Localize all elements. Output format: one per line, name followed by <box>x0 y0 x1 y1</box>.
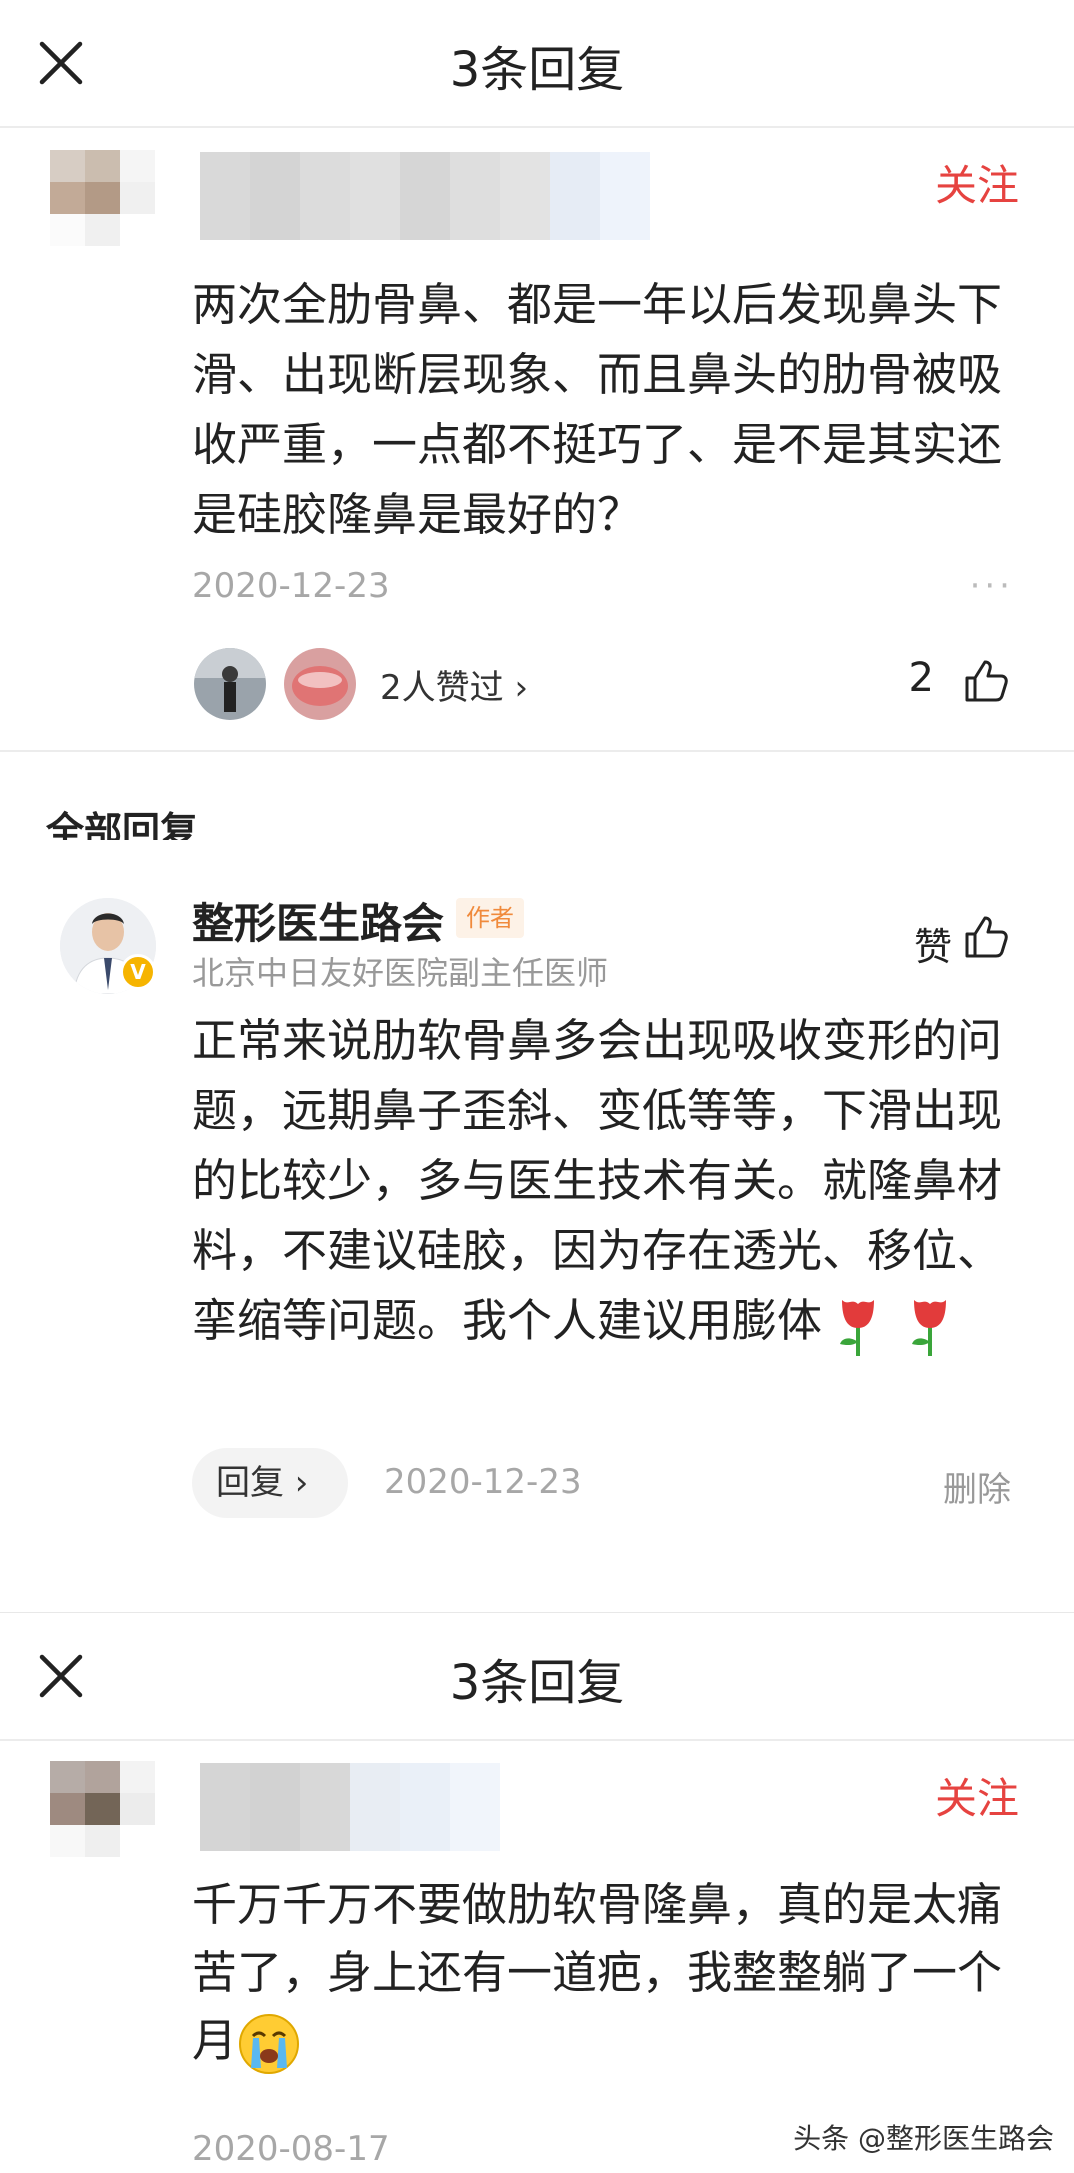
panel-header: 3条回复 <box>0 1613 1074 1741</box>
user-avatar[interactable] <box>50 150 155 246</box>
panel-title: 3条回复 <box>449 1655 625 1711</box>
reply-panel-2: 3条回复 关注 千万千万不要做肋软骨隆鼻，真的是太痛苦了，身上还有一道疤，我整整… <box>0 1612 1074 2173</box>
watermark: 头条 @整形医生路会 <box>793 2122 1054 2155</box>
follow-button[interactable]: 关注 <box>935 152 1019 213</box>
liker-avatar-2[interactable] <box>284 648 356 720</box>
thumb-up-icon[interactable] <box>961 912 1011 962</box>
user-name[interactable] <box>200 152 650 240</box>
section-title: 全部回复 <box>46 809 199 840</box>
reply-button[interactable]: 回复 › <box>192 1448 348 1518</box>
panel-title: 3条回复 <box>449 42 625 98</box>
comment-text: 千万千万不要做肋软骨隆鼻，真的是太痛苦了，身上还有一道疤，我整整躺了一个月 <box>192 1871 1022 2076</box>
verified-badge: V <box>120 954 156 990</box>
panel-header: 3条回复 <box>0 0 1074 128</box>
crying-emoji <box>239 2014 300 2074</box>
reply-text: 正常来说肋软骨鼻多会出现吸收变形的问题，远期鼻子歪斜、变低等等，下滑出现的比较少… <box>192 1006 1022 1358</box>
author-name[interactable]: 整形医生路会 <box>192 890 444 951</box>
user-avatar[interactable] <box>50 1761 155 1857</box>
delete-button[interactable]: 删除 <box>943 1462 1011 1511</box>
like-count: 2 <box>908 655 934 701</box>
follow-button[interactable]: 关注 <box>935 1765 1019 1826</box>
author-title: 北京中日友好医院副主任医师 <box>192 954 609 992</box>
comment-text: 两次全肋骨鼻、都是一年以后发现鼻头下滑、出现断层现象、而且鼻头的肋骨被吸收严重，… <box>192 278 1003 541</box>
liker-avatar-1[interactable] <box>194 648 266 720</box>
author-tag: 作者 <box>456 898 524 938</box>
like-label[interactable]: 赞 <box>914 916 952 971</box>
comment-date: 2020-12-23 <box>192 566 390 606</box>
comment-date: 2020-08-17 <box>192 2129 390 2169</box>
thumb-up-icon[interactable] <box>961 656 1011 706</box>
section-divider <box>0 750 1074 752</box>
user-name[interactable] <box>200 1763 500 1851</box>
rose-emoji <box>912 1300 947 1356</box>
rose-emoji <box>840 1300 875 1356</box>
reply-date: 2020-12-23 <box>384 1462 582 1502</box>
comment-text-content: 千万千万不要做肋软骨隆鼻，真的是太痛苦了，身上还有一道疤，我整整躺了一个月 <box>192 1878 1003 2067</box>
more-options-icon[interactable]: ··· <box>970 566 1014 606</box>
likers-summary-link[interactable]: 2人赞过 › <box>380 660 528 709</box>
reply-panel-1: 3条回复 关注 两次全肋骨鼻、都是一年以后发现鼻头下滑、出现断层现象、而且鼻头的… <box>0 0 1074 1612</box>
